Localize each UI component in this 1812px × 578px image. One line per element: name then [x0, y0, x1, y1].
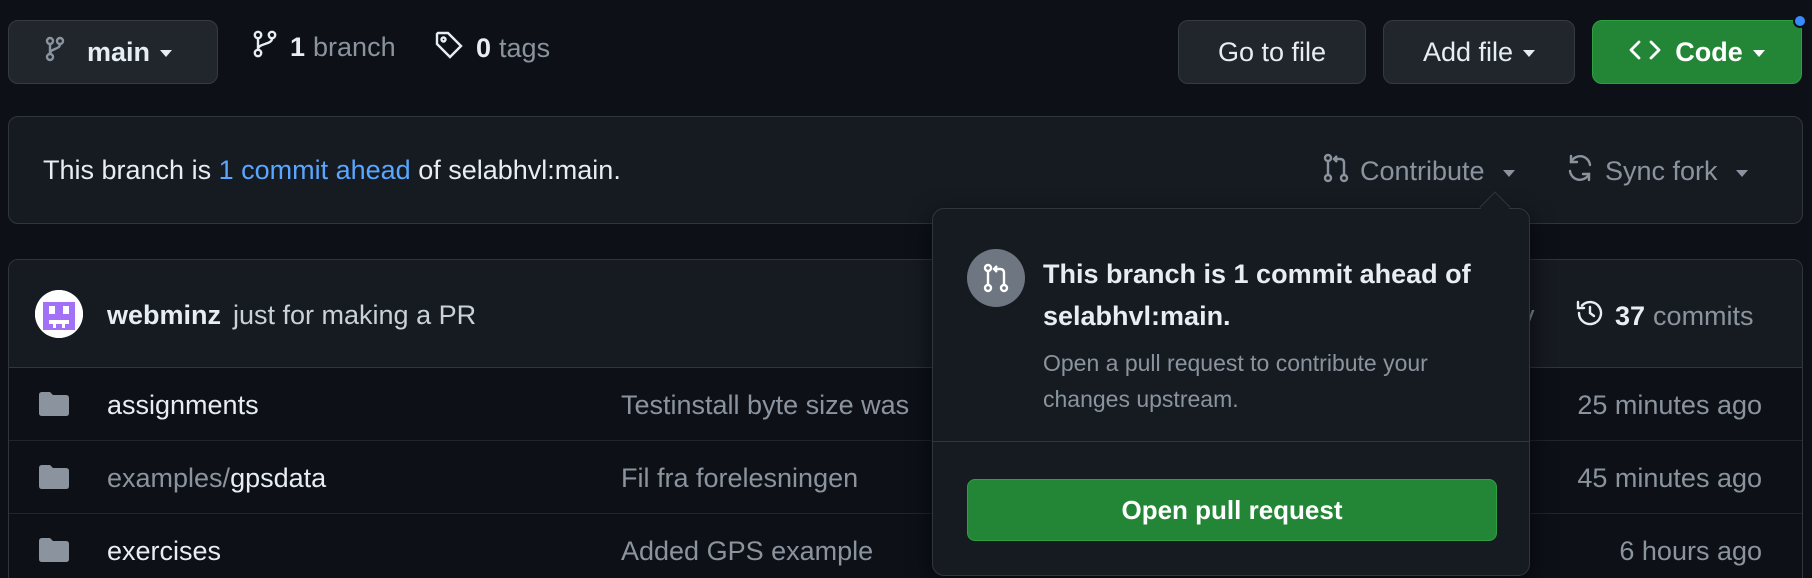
folder-icon [39, 392, 69, 421]
contribute-button[interactable]: Contribute [1322, 153, 1515, 190]
table-row[interactable]: assignments Testinstall byte size was 25… [9, 368, 1802, 441]
commits-history-link[interactable]: 37 commits [1575, 298, 1754, 335]
file-name-link[interactable]: assignments [107, 390, 259, 421]
git-branch-icon [252, 30, 278, 65]
chevron-down-icon [160, 50, 173, 57]
git-pull-request-icon [967, 249, 1025, 307]
chevron-down-icon [1502, 169, 1515, 177]
file-commit-age: 45 minutes ago [1577, 463, 1762, 493]
file-name-link[interactable]: examples/gpsdata [107, 463, 326, 494]
ahead-prefix: This branch is [43, 155, 212, 185]
go-to-file-button[interactable]: Go to file [1178, 20, 1366, 84]
tag-word: tags [499, 33, 551, 63]
commit-message-link[interactable]: just for making a PR [233, 300, 476, 331]
latest-commit-row: webminz just for making a PR v 37 commit… [9, 260, 1802, 368]
contribute-popover: This branch is 1 commit ahead of selabhv… [932, 208, 1530, 576]
sync-fork-label: Sync fork [1605, 156, 1718, 186]
tags-link[interactable]: 0 tags [434, 30, 550, 67]
add-file-button[interactable]: Add file [1383, 20, 1575, 84]
sync-fork-button[interactable]: Sync fork [1565, 153, 1748, 190]
table-row[interactable]: examples/gpsdata Fil fra forelesningen 4… [9, 441, 1802, 514]
folder-icon [39, 538, 69, 567]
branches-link[interactable]: 1 branch [252, 30, 396, 65]
popover-divider [933, 441, 1529, 442]
branch-count: 1 [290, 32, 306, 62]
sync-icon [1565, 153, 1595, 190]
file-name-link[interactable]: exercises [107, 536, 221, 567]
branch-name: main [87, 36, 151, 67]
history-icon [1575, 298, 1605, 335]
chevron-down-icon [1735, 169, 1748, 177]
add-file-label: Add file [1422, 36, 1514, 67]
folder-icon [39, 465, 69, 494]
chevron-down-icon [1752, 50, 1765, 57]
avatar[interactable] [35, 290, 83, 338]
branch-selector-button[interactable]: main [8, 20, 218, 84]
tag-icon [434, 30, 464, 67]
commit-ahead-link[interactable]: 1 commit ahead [219, 155, 411, 185]
popover-title: This branch is 1 commit ahead of selabhv… [1043, 259, 1471, 331]
file-commit-message[interactable]: Testinstall byte size was [621, 390, 909, 421]
branch-ahead-banner: This branch is 1 commit ahead of selabhv… [8, 116, 1803, 224]
file-commit-message[interactable]: Fil fra forelesningen [621, 463, 858, 494]
commit-count: 37 [1615, 301, 1646, 331]
file-commit-message[interactable]: Added GPS example [621, 536, 873, 567]
file-commit-age: 6 hours ago [1619, 536, 1762, 566]
repo-page: main 1 branch 0 tags Go to file Add file [0, 0, 1812, 578]
commit-author-link[interactable]: webminz [107, 300, 221, 331]
code-label: Code [1675, 36, 1743, 67]
contribute-label: Contribute [1360, 156, 1485, 186]
code-icon [1629, 37, 1661, 68]
notification-dot [1793, 14, 1807, 28]
tag-count: 0 [476, 33, 492, 63]
file-list: webminz just for making a PR v 37 commit… [8, 259, 1803, 578]
table-row[interactable]: exercises Added GPS example 6 hours ago [9, 514, 1802, 578]
branch-word: branch [313, 32, 396, 62]
chevron-down-icon [1523, 50, 1536, 57]
popover-description: Open a pull request to contribute your c… [1043, 350, 1428, 412]
git-branch-icon [45, 36, 65, 69]
ahead-message: This branch is 1 commit ahead of selabhv… [43, 155, 621, 186]
ahead-suffix: of selabhvl:main. [418, 155, 621, 185]
commit-count-word: commits [1653, 301, 1754, 331]
git-pull-request-icon [1322, 153, 1350, 190]
code-button[interactable]: Code [1592, 20, 1802, 84]
file-commit-age: 25 minutes ago [1577, 390, 1762, 420]
open-pull-request-button[interactable]: Open pull request [967, 479, 1497, 541]
